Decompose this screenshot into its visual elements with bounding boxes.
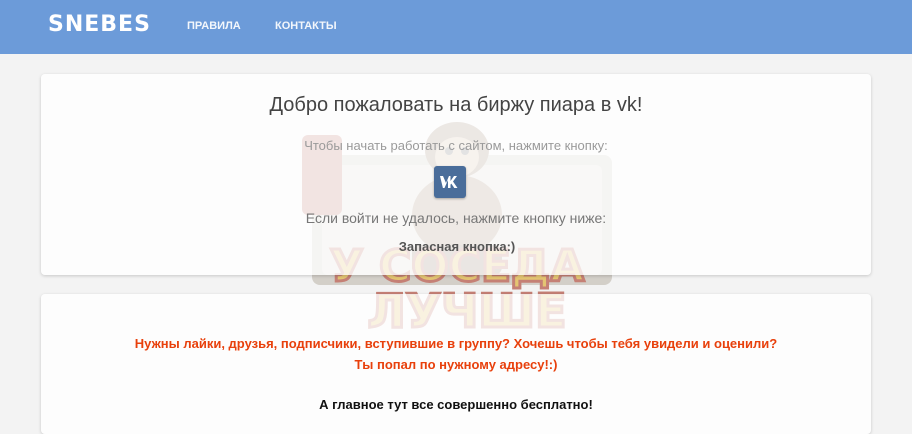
vk-login-button[interactable]	[434, 166, 466, 198]
promo-text-line1: Нужны лайки, друзья, подписчики, вступив…	[134, 336, 778, 351]
info-card: Нужны лайки, друзья, подписчики, вступив…	[41, 294, 871, 434]
welcome-card: Добро пожаловать на биржу пиара в vk! Чт…	[41, 74, 871, 275]
nav-link-contacts[interactable]: КОНТАКТЫ	[275, 19, 337, 33]
free-service-text: А главное тут все совершенно бесплатно!	[319, 397, 593, 412]
welcome-title: Добро пожаловать на биржу пиара в vk!	[269, 94, 643, 116]
brand-logo[interactable]: SNEBES	[48, 11, 151, 39]
promo-text-line2: Ты попал по нужному адресу!:)	[354, 357, 558, 372]
nav-link-rules[interactable]: ПРАВИЛА	[187, 19, 241, 33]
fallback-hint: Если войти не удалось, нажмите кнопку ни…	[305, 210, 607, 226]
welcome-hint: Чтобы начать работать с сайтом, нажмите …	[304, 138, 608, 153]
vk-logo-icon	[440, 176, 458, 188]
backup-login-button[interactable]: Запасная кнопка:)	[393, 238, 521, 256]
top-navbar: SNEBES ПРАВИЛА КОНТАКТЫ	[0, 0, 912, 54]
